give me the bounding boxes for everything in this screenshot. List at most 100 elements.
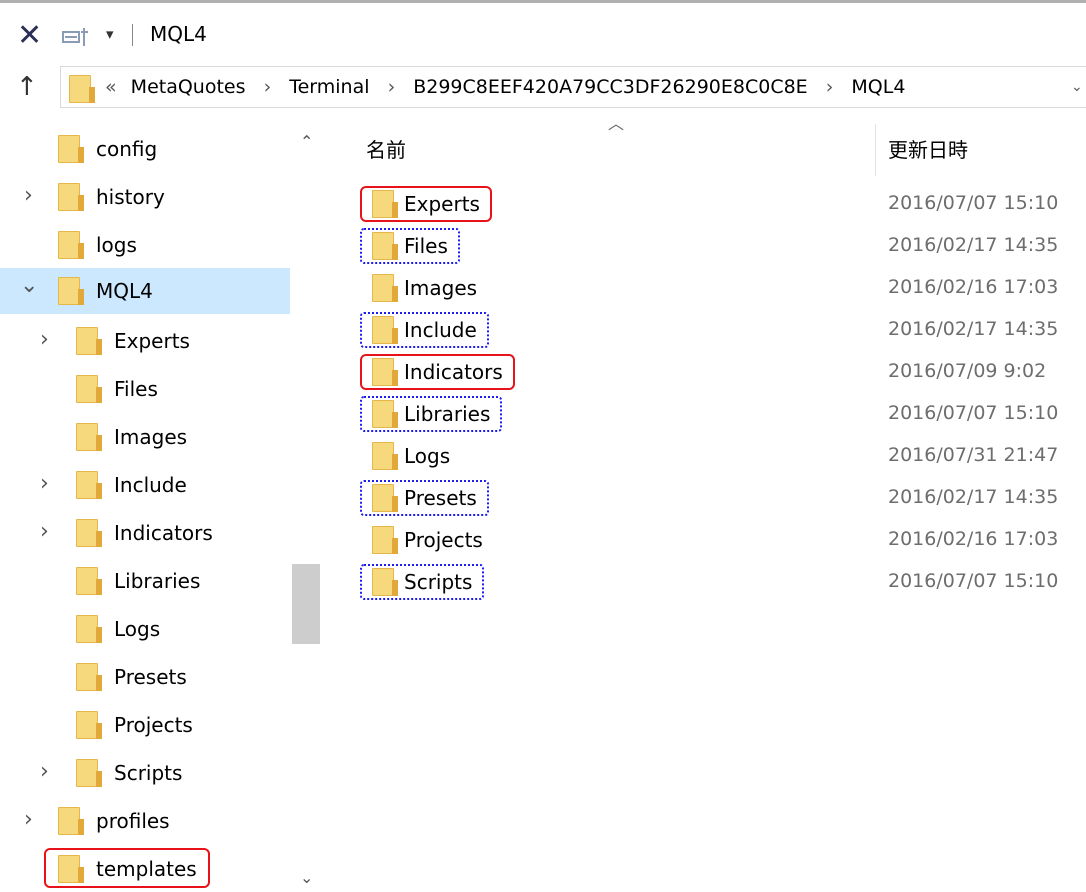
column-header-date-modified[interactable]: 更新日時 bbox=[888, 136, 968, 164]
file-name: Files bbox=[404, 234, 448, 258]
breadcrumb-terminal-id[interactable]: B299C8EEF420A79CC3DF26290E8C0C8E bbox=[413, 76, 807, 98]
nav-item-logs[interactable]: logs bbox=[0, 222, 290, 268]
up-arrow-icon[interactable]: ↑ bbox=[16, 72, 38, 102]
file-row[interactable]: Images 2016/02/16 17:03 bbox=[360, 270, 1086, 310]
file-row[interactable]: Include 2016/02/17 14:35 bbox=[360, 312, 1086, 352]
navigation-pane: config › history logs ⌄ MQL4 › Experts F… bbox=[0, 126, 322, 890]
nav-item-include[interactable]: › Include bbox=[0, 462, 290, 508]
folder-icon bbox=[76, 759, 102, 787]
nav-item-templates[interactable]: templates bbox=[0, 846, 290, 892]
file-date: 2016/07/31 21:47 bbox=[888, 444, 1059, 466]
file-name-cell[interactable]: Images bbox=[360, 270, 489, 306]
collapse-chevron-icon[interactable]: ⌄ bbox=[20, 274, 38, 298]
file-row[interactable]: Experts 2016/07/07 15:10 bbox=[360, 186, 1086, 226]
file-name-cell[interactable]: Libraries bbox=[360, 396, 503, 432]
address-history-dropdown[interactable]: ⌄ bbox=[1071, 79, 1083, 95]
expand-chevron-icon[interactable]: › bbox=[40, 520, 49, 544]
address-bar[interactable]: « MetaQuotes › Terminal › B299C8EEF420A7… bbox=[60, 66, 1086, 108]
nav-scrollbar[interactable]: ⌃ ⌄ bbox=[290, 126, 322, 890]
nav-item-label: history bbox=[96, 185, 165, 209]
expand-chevron-icon[interactable]: › bbox=[24, 808, 33, 832]
folder-icon bbox=[76, 471, 102, 499]
breadcrumb-terminal[interactable]: Terminal bbox=[289, 76, 369, 98]
nav-item-logs-sub[interactable]: Logs bbox=[0, 606, 290, 652]
nav-item-profiles[interactable]: › profiles bbox=[0, 798, 290, 844]
nav-item-scripts[interactable]: › Scripts bbox=[0, 750, 290, 796]
breadcrumb-metaquotes[interactable]: MetaQuotes bbox=[131, 76, 246, 98]
folder-icon bbox=[76, 519, 102, 547]
nav-item-label: Presets bbox=[114, 665, 187, 689]
file-row[interactable]: Projects 2016/02/16 17:03 bbox=[360, 522, 1086, 562]
breadcrumb-overflow[interactable]: « bbox=[105, 76, 117, 98]
nav-item-label: Projects bbox=[114, 713, 193, 737]
breadcrumb-mql4[interactable]: MQL4 bbox=[851, 76, 905, 98]
folder-icon bbox=[76, 567, 102, 595]
nav-item-label: Experts bbox=[114, 329, 190, 353]
breadcrumb: « MetaQuotes › Terminal › B299C8EEF420A7… bbox=[105, 75, 905, 99]
folder-icon bbox=[58, 231, 84, 259]
nav-item-label: Logs bbox=[114, 617, 161, 641]
column-header-name[interactable]: 名前 bbox=[366, 136, 406, 164]
nav-item-mql4[interactable]: ⌄ MQL4 bbox=[0, 268, 290, 314]
nav-item-libraries[interactable]: Libraries bbox=[0, 558, 290, 604]
file-date: 2016/02/17 14:35 bbox=[888, 486, 1059, 508]
file-name-cell[interactable]: Files bbox=[360, 228, 460, 264]
customize-toolbar-dropdown[interactable]: ▾ bbox=[106, 24, 114, 44]
file-date: 2016/02/17 14:35 bbox=[888, 234, 1059, 256]
file-row[interactable]: Files 2016/02/17 14:35 bbox=[360, 228, 1086, 268]
file-row[interactable]: Libraries 2016/07/07 15:10 bbox=[360, 396, 1086, 436]
file-name: Projects bbox=[404, 528, 483, 552]
expand-chevron-icon[interactable]: › bbox=[24, 184, 33, 208]
folder-icon bbox=[58, 135, 84, 163]
nav-item-label: templates bbox=[96, 857, 197, 881]
folder-icon bbox=[372, 316, 398, 344]
breadcrumb-separator-icon[interactable]: › bbox=[826, 76, 834, 98]
scrollbar-thumb[interactable] bbox=[292, 564, 320, 644]
folder-icon bbox=[372, 400, 398, 428]
file-name: Include bbox=[404, 318, 477, 342]
file-row[interactable]: Logs 2016/07/31 21:47 bbox=[360, 438, 1086, 478]
expand-chevron-icon[interactable]: › bbox=[40, 472, 49, 496]
file-name-cell[interactable]: Projects bbox=[360, 522, 495, 558]
window-top-border bbox=[0, 0, 1086, 3]
folder-icon bbox=[76, 423, 102, 451]
nav-item-presets[interactable]: Presets bbox=[0, 654, 290, 700]
expand-chevron-icon[interactable]: › bbox=[40, 760, 49, 784]
nav-item-projects[interactable]: Projects bbox=[0, 702, 290, 748]
folder-icon bbox=[372, 232, 398, 260]
file-name-cell[interactable]: Scripts bbox=[360, 564, 485, 600]
folder-icon bbox=[76, 663, 102, 691]
close-icon[interactable]: ✕ bbox=[17, 16, 42, 56]
column-divider[interactable] bbox=[875, 124, 876, 176]
file-name: Indicators bbox=[404, 360, 503, 384]
breadcrumb-separator-icon[interactable]: › bbox=[388, 76, 396, 98]
expand-chevron-icon[interactable]: › bbox=[40, 328, 49, 352]
file-name-cell[interactable]: Logs bbox=[360, 438, 462, 474]
nav-item-images[interactable]: Images bbox=[0, 414, 290, 460]
folder-icon bbox=[372, 484, 398, 512]
file-row[interactable]: Indicators 2016/07/09 9:02 bbox=[360, 354, 1086, 394]
folder-icon bbox=[372, 358, 398, 386]
file-row[interactable]: Scripts 2016/07/07 15:10 bbox=[360, 564, 1086, 604]
nav-item-label: Files bbox=[114, 377, 158, 401]
file-name: Presets bbox=[404, 486, 477, 510]
nav-item-indicators[interactable]: › Indicators bbox=[0, 510, 290, 556]
file-name-cell[interactable]: Include bbox=[360, 312, 489, 348]
nav-item-config[interactable]: config bbox=[0, 126, 290, 172]
nav-item-label: Images bbox=[114, 425, 188, 449]
file-name-cell[interactable]: Experts bbox=[360, 186, 492, 222]
file-name-cell[interactable]: Indicators bbox=[360, 354, 515, 390]
nav-item-history[interactable]: › history bbox=[0, 174, 290, 220]
properties-icon[interactable] bbox=[62, 26, 92, 48]
file-row[interactable]: Presets 2016/02/17 14:35 bbox=[360, 480, 1086, 520]
folder-icon bbox=[58, 183, 84, 211]
scroll-down-icon[interactable]: ⌄ bbox=[300, 868, 313, 887]
file-date: 2016/07/07 15:10 bbox=[888, 570, 1059, 592]
file-name: Logs bbox=[404, 444, 451, 468]
scroll-up-icon[interactable]: ⌃ bbox=[300, 132, 313, 151]
folder-icon bbox=[58, 855, 84, 883]
file-name-cell[interactable]: Presets bbox=[360, 480, 489, 516]
nav-item-files[interactable]: Files bbox=[0, 366, 290, 412]
nav-item-experts[interactable]: › Experts bbox=[0, 318, 290, 364]
breadcrumb-separator-icon[interactable]: › bbox=[264, 76, 272, 98]
